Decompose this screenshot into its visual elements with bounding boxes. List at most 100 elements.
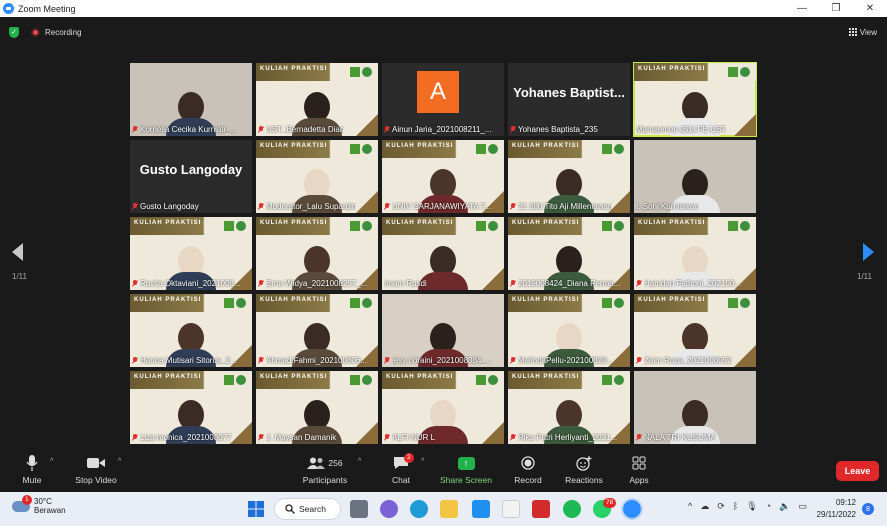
next-page-arrow-icon[interactable] <box>863 243 874 261</box>
stop-video-button[interactable]: Stop Video <box>72 454 120 485</box>
slide-logo-icon <box>740 221 750 231</box>
muted-microphone-icon <box>132 125 138 134</box>
slide-title: KULIAH PRAKTISI <box>260 297 328 303</box>
mcafee-icon[interactable] <box>532 500 550 518</box>
teams-chat-icon[interactable] <box>380 500 398 518</box>
previous-page-arrow-icon[interactable] <box>12 243 23 261</box>
participant-name-label: Hanna Mutisari Sitorus_2... <box>132 356 250 365</box>
participant-tile[interactable]: KULIAH PRAKTISI UNIV SARJANAWIYATA T... <box>382 140 504 213</box>
apps-label: Apps <box>629 475 649 485</box>
store-app-icon[interactable] <box>502 500 520 518</box>
video-options-chevron-icon[interactable]: ^ <box>118 458 121 465</box>
spotify-icon[interactable] <box>563 500 581 518</box>
participant-tile[interactable]: KULIAH PRAKTISI Hanna Mutisari Sitorus_2.… <box>130 294 252 367</box>
windows-start-icon[interactable] <box>247 500 265 518</box>
participant-name-label: Hamdan Fathoni_202100... <box>636 279 754 288</box>
leave-button[interactable]: Leave <box>836 461 879 481</box>
participant-tile[interactable]: KULIAH PRAKTISI J. Maysan Damanik <box>256 371 378 444</box>
participant-tile[interactable]: KULIAH PRAKTISI Erna Widya_2021008257_... <box>256 217 378 290</box>
windows-taskbar: 30°C Berawan 1 Search 78 ^ ☁ ⟳ ᛒ 🎙 ◔ 🔈 ▭… <box>0 492 887 526</box>
security-shield-icon[interactable]: ✓ <box>9 26 19 38</box>
slide-logo-icon <box>350 298 360 308</box>
sync-icon[interactable]: ⟳ <box>717 501 725 512</box>
participant-name-label: Kornelia Cecika Kurniati_... <box>132 125 250 134</box>
participant-tile[interactable]: KULIAH PRAKTISI Zaim Roza_2021008052 <box>634 294 756 367</box>
taskbar-search-box[interactable]: Search <box>274 498 341 520</box>
muted-microphone-icon <box>384 356 390 365</box>
audio-options-chevron-icon[interactable]: ^ <box>50 458 53 465</box>
tray-overflow-chevron-icon[interactable]: ^ <box>688 501 692 512</box>
participant-tile[interactable]: A Ainun Jaria_2021008211_... <box>382 63 504 136</box>
participants-chevron-icon[interactable]: ^ <box>358 458 361 465</box>
participant-tile[interactable]: jesy noraini_2021008084_... <box>382 294 504 367</box>
participant-tile[interactable]: KULIAH PRAKTISI Ruvita Oktaviani_2021008.… <box>130 217 252 290</box>
participant-name: Rika Putri Herliyanti_2021... <box>518 433 618 442</box>
participant-name-label: MelindaPellu-202100820... <box>510 356 628 365</box>
participant-name-label: ALFI NUR L <box>384 433 502 442</box>
grid-view-icon <box>848 28 857 36</box>
word-app-icon[interactable] <box>472 500 490 518</box>
participant-name: Moderator_Lalu Supardin <box>266 202 357 211</box>
participant-tile[interactable]: I. Soni Kurniawan <box>634 140 756 213</box>
participant-tile[interactable]: KULIAH PRAKTISI MelindaPellu-202100820... <box>508 294 630 367</box>
participant-tile[interactable]: Kornelia Cecika Kurniati_... <box>130 63 252 136</box>
onedrive-cloud-icon[interactable]: ☁ <box>700 501 709 512</box>
tray-microphone-icon[interactable]: 🎙 <box>746 501 757 512</box>
taskbar-clock[interactable]: 09:12 29/11/2022 <box>812 497 856 521</box>
bluetooth-icon[interactable]: ᛒ <box>733 501 738 512</box>
participant-tile[interactable]: KULIAH PRAKTISI Moderator_Lalu Supardin <box>256 140 378 213</box>
chat-chevron-icon[interactable]: ^ <box>421 458 424 465</box>
slide-logo-icon <box>236 221 246 231</box>
maximize-button[interactable]: ❐ <box>819 3 853 14</box>
close-button[interactable]: ✕ <box>853 3 887 14</box>
battery-icon[interactable]: ▭ <box>798 501 807 512</box>
participant-tile[interactable]: KULIAH PRAKTISI Liza monica_2021008077 <box>130 371 252 444</box>
participant-display-name: Gusto Langoday <box>139 162 243 177</box>
participant-tile[interactable]: KULIAH PRAKTISI Ahmad Fahmi_202100806... <box>256 294 378 367</box>
record-button[interactable]: Record <box>510 454 546 485</box>
participant-tile[interactable]: KULIAH PRAKTISI Manajemen (S1) FE-UST <box>633 62 757 137</box>
view-button[interactable]: View <box>848 28 877 37</box>
participant-name: Liza monica_2021008077 <box>140 433 232 442</box>
participant-name-label: Ahmad Fahmi_202100806... <box>258 356 376 365</box>
share-screen-button[interactable]: ↑ Share Screen <box>440 454 492 485</box>
slide-title: KULIAH PRAKTISI <box>260 220 328 226</box>
participant-tile[interactable]: KULIAH PRAKTISI ALFI NUR L <box>382 371 504 444</box>
participant-tile[interactable]: KULIAH PRAKTISI 21 280 Tito Aji Milleniaw… <box>508 140 630 213</box>
participant-tile[interactable]: KULIAH PRAKTISI 2019008424_Diana Perma... <box>508 217 630 290</box>
volume-icon[interactable]: 🔈 <box>779 501 790 512</box>
participant-tile[interactable]: KULIAH PRAKTISI UST_Bernadetta Dian <box>256 63 378 136</box>
participant-tile[interactable]: KULIAH PRAKTISI Imam Rusdi <box>382 217 504 290</box>
zoom-taskbar-icon[interactable] <box>621 498 643 520</box>
wifi-icon[interactable]: ◔ <box>766 501 771 512</box>
participant-tile[interactable]: KULIAH PRAKTISI Rika Putri Herliyanti_202… <box>508 371 630 444</box>
recording-icon[interactable] <box>31 27 40 37</box>
slide-logo-icon <box>614 298 624 308</box>
muted-microphone-icon <box>384 202 390 211</box>
slide-logo-icon <box>236 375 246 385</box>
apps-button[interactable]: Apps <box>624 454 654 485</box>
edge-browser-icon[interactable] <box>410 500 428 518</box>
participant-name-label: Imam Rusdi <box>384 279 502 288</box>
page-indicator-left: 1/11 <box>12 272 27 281</box>
participant-tile[interactable]: Yohanes Baptist... Yohanes Baptista_235 <box>508 63 630 136</box>
muted-microphone-icon <box>636 356 642 365</box>
participant-name-label: Moderator_Lalu Supardin <box>258 202 376 211</box>
participants-button[interactable]: 256 Participants <box>300 454 350 485</box>
weather-widget[interactable]: 30°C Berawan <box>12 497 66 515</box>
weather-temperature: 30°C <box>34 497 52 506</box>
participant-name: 21 280 Tito Aji Milleniawan <box>518 202 613 211</box>
notification-badge[interactable]: 8 <box>862 503 874 515</box>
participant-tile[interactable]: Gusto Langoday Gusto Langoday <box>130 140 252 213</box>
muted-microphone-icon <box>384 433 390 442</box>
participant-name-label: Erna Widya_2021008257_... <box>258 279 376 288</box>
slide-title: KULIAH PRAKTISI <box>638 220 706 226</box>
minimize-button[interactable]: — <box>785 3 819 14</box>
participant-tile[interactable]: KULIAH PRAKTISI Hamdan Fathoni_202100... <box>634 217 756 290</box>
participant-tile[interactable]: NALA TRI KUSUMA <box>634 371 756 444</box>
file-explorer-icon[interactable] <box>440 500 458 518</box>
reactions-button[interactable]: Reactions <box>562 454 606 485</box>
muted-microphone-icon <box>636 279 642 288</box>
mute-button[interactable]: Mute <box>16 454 48 485</box>
task-view-icon[interactable] <box>350 500 368 518</box>
